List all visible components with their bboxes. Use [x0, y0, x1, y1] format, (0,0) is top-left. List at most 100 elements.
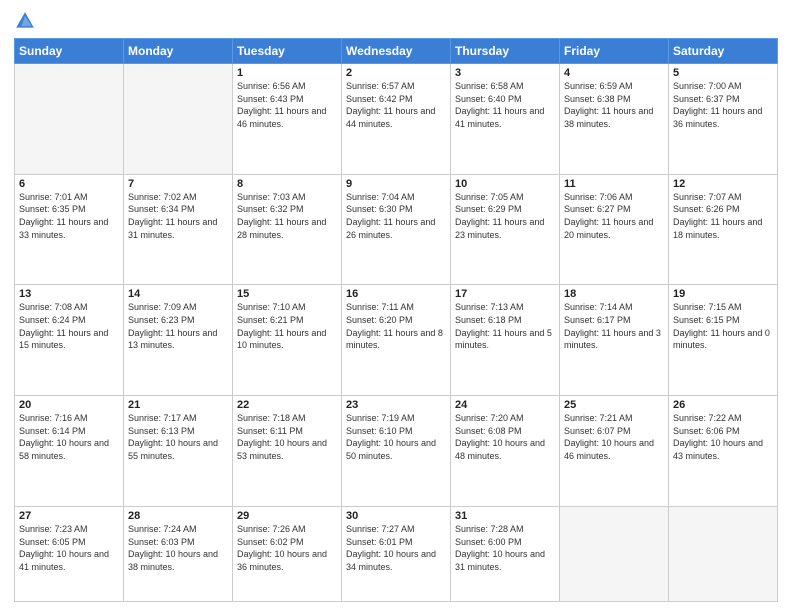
- weekday-header-row: SundayMondayTuesdayWednesdayThursdayFrid…: [15, 39, 778, 64]
- day-info: Sunrise: 6:56 AM Sunset: 6:43 PM Dayligh…: [237, 80, 337, 130]
- calendar-header: SundayMondayTuesdayWednesdayThursdayFrid…: [15, 39, 778, 64]
- calendar-cell: 4Sunrise: 6:59 AM Sunset: 6:38 PM Daylig…: [560, 64, 669, 175]
- calendar-cell: 16Sunrise: 7:11 AM Sunset: 6:20 PM Dayli…: [342, 285, 451, 396]
- calendar-cell: [15, 64, 124, 175]
- calendar-week-3: 13Sunrise: 7:08 AM Sunset: 6:24 PM Dayli…: [15, 285, 778, 396]
- calendar-cell: 15Sunrise: 7:10 AM Sunset: 6:21 PM Dayli…: [233, 285, 342, 396]
- day-number: 20: [19, 399, 119, 411]
- weekday-header-monday: Monday: [124, 39, 233, 64]
- day-number: 4: [564, 67, 664, 79]
- day-info: Sunrise: 7:07 AM Sunset: 6:26 PM Dayligh…: [673, 191, 773, 241]
- calendar-cell: 6Sunrise: 7:01 AM Sunset: 6:35 PM Daylig…: [15, 174, 124, 285]
- day-info: Sunrise: 7:08 AM Sunset: 6:24 PM Dayligh…: [19, 301, 119, 351]
- day-number: 16: [346, 288, 446, 300]
- calendar-cell: 25Sunrise: 7:21 AM Sunset: 6:07 PM Dayli…: [560, 396, 669, 507]
- day-number: 7: [128, 178, 228, 190]
- day-info: Sunrise: 7:16 AM Sunset: 6:14 PM Dayligh…: [19, 412, 119, 462]
- calendar-cell: 28Sunrise: 7:24 AM Sunset: 6:03 PM Dayli…: [124, 506, 233, 601]
- day-info: Sunrise: 7:28 AM Sunset: 6:00 PM Dayligh…: [455, 523, 555, 573]
- calendar-cell: 22Sunrise: 7:18 AM Sunset: 6:11 PM Dayli…: [233, 396, 342, 507]
- calendar-cell: 5Sunrise: 7:00 AM Sunset: 6:37 PM Daylig…: [669, 64, 778, 175]
- calendar-cell: [560, 506, 669, 601]
- weekday-header-friday: Friday: [560, 39, 669, 64]
- day-info: Sunrise: 7:11 AM Sunset: 6:20 PM Dayligh…: [346, 301, 446, 351]
- calendar-cell: 26Sunrise: 7:22 AM Sunset: 6:06 PM Dayli…: [669, 396, 778, 507]
- day-number: 12: [673, 178, 773, 190]
- day-number: 1: [237, 67, 337, 79]
- calendar-week-4: 20Sunrise: 7:16 AM Sunset: 6:14 PM Dayli…: [15, 396, 778, 507]
- day-info: Sunrise: 7:05 AM Sunset: 6:29 PM Dayligh…: [455, 191, 555, 241]
- day-info: Sunrise: 7:02 AM Sunset: 6:34 PM Dayligh…: [128, 191, 228, 241]
- day-number: 31: [455, 510, 555, 522]
- calendar-cell: 30Sunrise: 7:27 AM Sunset: 6:01 PM Dayli…: [342, 506, 451, 601]
- calendar-cell: 11Sunrise: 7:06 AM Sunset: 6:27 PM Dayli…: [560, 174, 669, 285]
- day-info: Sunrise: 7:20 AM Sunset: 6:08 PM Dayligh…: [455, 412, 555, 462]
- day-number: 26: [673, 399, 773, 411]
- day-info: Sunrise: 7:03 AM Sunset: 6:32 PM Dayligh…: [237, 191, 337, 241]
- weekday-header-wednesday: Wednesday: [342, 39, 451, 64]
- calendar-body: 1Sunrise: 6:56 AM Sunset: 6:43 PM Daylig…: [15, 64, 778, 602]
- calendar-cell: 8Sunrise: 7:03 AM Sunset: 6:32 PM Daylig…: [233, 174, 342, 285]
- day-info: Sunrise: 7:14 AM Sunset: 6:17 PM Dayligh…: [564, 301, 664, 351]
- day-number: 14: [128, 288, 228, 300]
- day-info: Sunrise: 7:15 AM Sunset: 6:15 PM Dayligh…: [673, 301, 773, 351]
- calendar-cell: 12Sunrise: 7:07 AM Sunset: 6:26 PM Dayli…: [669, 174, 778, 285]
- day-number: 17: [455, 288, 555, 300]
- calendar-cell: 17Sunrise: 7:13 AM Sunset: 6:18 PM Dayli…: [451, 285, 560, 396]
- day-number: 8: [237, 178, 337, 190]
- day-info: Sunrise: 6:59 AM Sunset: 6:38 PM Dayligh…: [564, 80, 664, 130]
- day-info: Sunrise: 6:58 AM Sunset: 6:40 PM Dayligh…: [455, 80, 555, 130]
- day-info: Sunrise: 7:09 AM Sunset: 6:23 PM Dayligh…: [128, 301, 228, 351]
- calendar-cell: 21Sunrise: 7:17 AM Sunset: 6:13 PM Dayli…: [124, 396, 233, 507]
- day-number: 30: [346, 510, 446, 522]
- calendar-cell: 18Sunrise: 7:14 AM Sunset: 6:17 PM Dayli…: [560, 285, 669, 396]
- day-number: 22: [237, 399, 337, 411]
- calendar-cell: 20Sunrise: 7:16 AM Sunset: 6:14 PM Dayli…: [15, 396, 124, 507]
- day-number: 3: [455, 67, 555, 79]
- calendar-cell: 24Sunrise: 7:20 AM Sunset: 6:08 PM Dayli…: [451, 396, 560, 507]
- day-info: Sunrise: 7:04 AM Sunset: 6:30 PM Dayligh…: [346, 191, 446, 241]
- calendar-cell: 1Sunrise: 6:56 AM Sunset: 6:43 PM Daylig…: [233, 64, 342, 175]
- weekday-header-thursday: Thursday: [451, 39, 560, 64]
- day-info: Sunrise: 7:23 AM Sunset: 6:05 PM Dayligh…: [19, 523, 119, 573]
- calendar-cell: 9Sunrise: 7:04 AM Sunset: 6:30 PM Daylig…: [342, 174, 451, 285]
- calendar-cell: 3Sunrise: 6:58 AM Sunset: 6:40 PM Daylig…: [451, 64, 560, 175]
- weekday-header-saturday: Saturday: [669, 39, 778, 64]
- calendar-week-1: 1Sunrise: 6:56 AM Sunset: 6:43 PM Daylig…: [15, 64, 778, 175]
- day-number: 27: [19, 510, 119, 522]
- calendar-cell: [669, 506, 778, 601]
- day-number: 19: [673, 288, 773, 300]
- day-info: Sunrise: 7:13 AM Sunset: 6:18 PM Dayligh…: [455, 301, 555, 351]
- day-info: Sunrise: 7:06 AM Sunset: 6:27 PM Dayligh…: [564, 191, 664, 241]
- day-number: 21: [128, 399, 228, 411]
- day-info: Sunrise: 7:24 AM Sunset: 6:03 PM Dayligh…: [128, 523, 228, 573]
- calendar-cell: 19Sunrise: 7:15 AM Sunset: 6:15 PM Dayli…: [669, 285, 778, 396]
- day-number: 6: [19, 178, 119, 190]
- day-number: 10: [455, 178, 555, 190]
- calendar-cell: 31Sunrise: 7:28 AM Sunset: 6:00 PM Dayli…: [451, 506, 560, 601]
- day-info: Sunrise: 7:00 AM Sunset: 6:37 PM Dayligh…: [673, 80, 773, 130]
- day-info: Sunrise: 7:10 AM Sunset: 6:21 PM Dayligh…: [237, 301, 337, 351]
- header: [14, 10, 778, 32]
- day-info: Sunrise: 7:26 AM Sunset: 6:02 PM Dayligh…: [237, 523, 337, 573]
- logo: [14, 10, 38, 32]
- calendar-cell: 29Sunrise: 7:26 AM Sunset: 6:02 PM Dayli…: [233, 506, 342, 601]
- calendar-cell: [124, 64, 233, 175]
- day-info: Sunrise: 7:21 AM Sunset: 6:07 PM Dayligh…: [564, 412, 664, 462]
- weekday-header-tuesday: Tuesday: [233, 39, 342, 64]
- calendar-cell: 2Sunrise: 6:57 AM Sunset: 6:42 PM Daylig…: [342, 64, 451, 175]
- calendar-week-5: 27Sunrise: 7:23 AM Sunset: 6:05 PM Dayli…: [15, 506, 778, 601]
- day-info: Sunrise: 7:17 AM Sunset: 6:13 PM Dayligh…: [128, 412, 228, 462]
- day-number: 13: [19, 288, 119, 300]
- day-info: Sunrise: 7:19 AM Sunset: 6:10 PM Dayligh…: [346, 412, 446, 462]
- calendar-cell: 27Sunrise: 7:23 AM Sunset: 6:05 PM Dayli…: [15, 506, 124, 601]
- day-number: 9: [346, 178, 446, 190]
- day-number: 25: [564, 399, 664, 411]
- day-number: 2: [346, 67, 446, 79]
- day-number: 15: [237, 288, 337, 300]
- day-number: 18: [564, 288, 664, 300]
- logo-icon: [14, 10, 36, 32]
- calendar-cell: 13Sunrise: 7:08 AM Sunset: 6:24 PM Dayli…: [15, 285, 124, 396]
- day-info: Sunrise: 7:22 AM Sunset: 6:06 PM Dayligh…: [673, 412, 773, 462]
- day-info: Sunrise: 7:18 AM Sunset: 6:11 PM Dayligh…: [237, 412, 337, 462]
